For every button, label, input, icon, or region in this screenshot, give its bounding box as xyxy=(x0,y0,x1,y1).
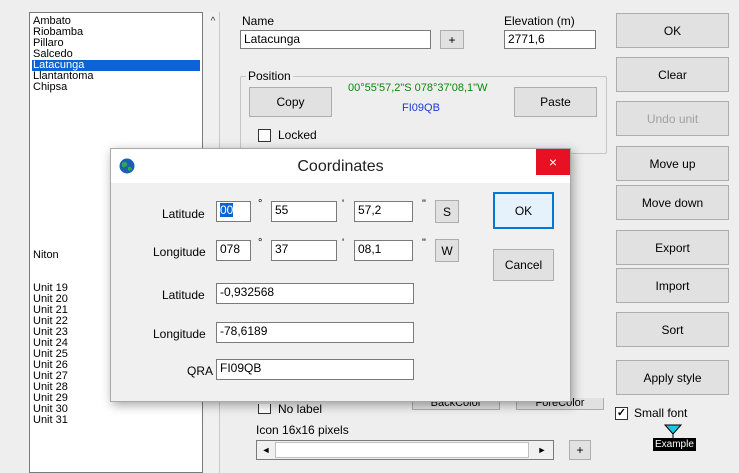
longitude-dms-label: Longitude xyxy=(153,245,206,259)
second-symbol: " xyxy=(422,198,426,210)
undo-unit-button[interactable]: Undo unit xyxy=(616,101,729,136)
elevation-label: Elevation (m) xyxy=(504,14,575,28)
close-icon[interactable]: × xyxy=(536,149,570,175)
longitude-seconds-input[interactable]: 08,1 xyxy=(354,240,413,261)
longitude-hemisphere-button[interactable]: W xyxy=(435,239,459,262)
longitude-minutes-input[interactable]: 37 xyxy=(271,240,337,261)
small-font-label: Small font xyxy=(634,406,688,420)
locator-readout: FI09QB xyxy=(402,102,440,114)
sort-button[interactable]: Sort xyxy=(616,312,729,347)
icon-scrollbar[interactable]: ◄ ► xyxy=(256,440,554,460)
locked-label: Locked xyxy=(278,128,317,142)
minute-symbol: ' xyxy=(342,237,345,249)
name-add-button[interactable]: + xyxy=(440,30,464,49)
clear-button[interactable]: Clear xyxy=(616,57,729,92)
no-label-checkbox[interactable] xyxy=(258,404,271,414)
degree-symbol: ° xyxy=(258,237,263,249)
import-button[interactable]: Import xyxy=(616,268,729,303)
minute-symbol: ' xyxy=(342,198,345,210)
degree-symbol: ° xyxy=(258,198,263,210)
qra-label: QRA xyxy=(187,364,214,378)
longitude-decimal-label: Longitude xyxy=(153,327,206,341)
latitude-decimal-input[interactable]: -0,932568 xyxy=(216,283,414,304)
name-label: Name xyxy=(242,14,275,28)
apply-style-button[interactable]: Apply style xyxy=(616,360,729,395)
no-label-label: No label xyxy=(278,402,323,416)
latitude-dms-label: Latitude xyxy=(162,207,205,221)
coordinates-dialog: Coordinates × Latitude 00 ° 55 ' 57,2 " … xyxy=(110,148,571,402)
icon-add-button[interactable]: + xyxy=(569,440,591,460)
longitude-decimal-input[interactable]: -78,6189 xyxy=(216,322,414,343)
latitude-decimal-label: Latitude xyxy=(162,288,205,302)
position-group-title: Position xyxy=(246,69,293,83)
latitude-degrees-input[interactable]: 00 xyxy=(216,201,251,222)
list-item[interactable]: Chipsa xyxy=(33,82,67,93)
example-marker-icon xyxy=(664,424,682,438)
dialog-titlebar[interactable]: Coordinates × xyxy=(111,149,570,183)
second-symbol: " xyxy=(422,237,426,249)
dialog-ok-button[interactable]: OK xyxy=(493,192,554,229)
qra-input[interactable]: FI09QB xyxy=(216,359,414,380)
example-label: Example xyxy=(653,438,696,451)
name-input[interactable]: Latacunga xyxy=(240,30,431,49)
ok-button[interactable]: OK xyxy=(616,13,729,48)
list-item[interactable]: Niton xyxy=(33,250,59,261)
elevation-input[interactable]: 2771,6 xyxy=(504,30,596,49)
dialog-title: Coordinates xyxy=(297,158,384,175)
scroll-right-icon[interactable]: ► xyxy=(535,442,549,458)
move-up-button[interactable]: Move up xyxy=(616,146,729,181)
list-item[interactable]: Unit 31 xyxy=(33,415,68,426)
longitude-degrees-input[interactable]: 078 xyxy=(216,240,251,261)
export-button[interactable]: Export xyxy=(616,230,729,265)
icon-size-label: Icon 16x16 pixels xyxy=(256,423,349,437)
coords-readout: 00°55'57,2"S 078°37'08,1"W xyxy=(348,82,488,94)
scroll-thumb[interactable] xyxy=(275,442,529,458)
latitude-minutes-input[interactable]: 55 xyxy=(271,201,337,222)
locked-checkbox[interactable] xyxy=(258,129,271,142)
small-font-checkbox[interactable]: ✓ xyxy=(615,407,628,420)
move-down-button[interactable]: Move down xyxy=(616,185,729,220)
scroll-up-icon[interactable]: ^ xyxy=(207,16,219,28)
dialog-cancel-button[interactable]: Cancel xyxy=(493,249,554,281)
latitude-hemisphere-button[interactable]: S xyxy=(435,200,459,223)
copy-button[interactable]: Copy xyxy=(249,87,332,117)
paste-button[interactable]: Paste xyxy=(514,87,597,117)
app-window: Ambato Riobamba Pillaro Salcedo Latacung… xyxy=(0,0,739,473)
latitude-seconds-input[interactable]: 57,2 xyxy=(354,201,413,222)
scroll-left-icon[interactable]: ◄ xyxy=(259,442,273,458)
